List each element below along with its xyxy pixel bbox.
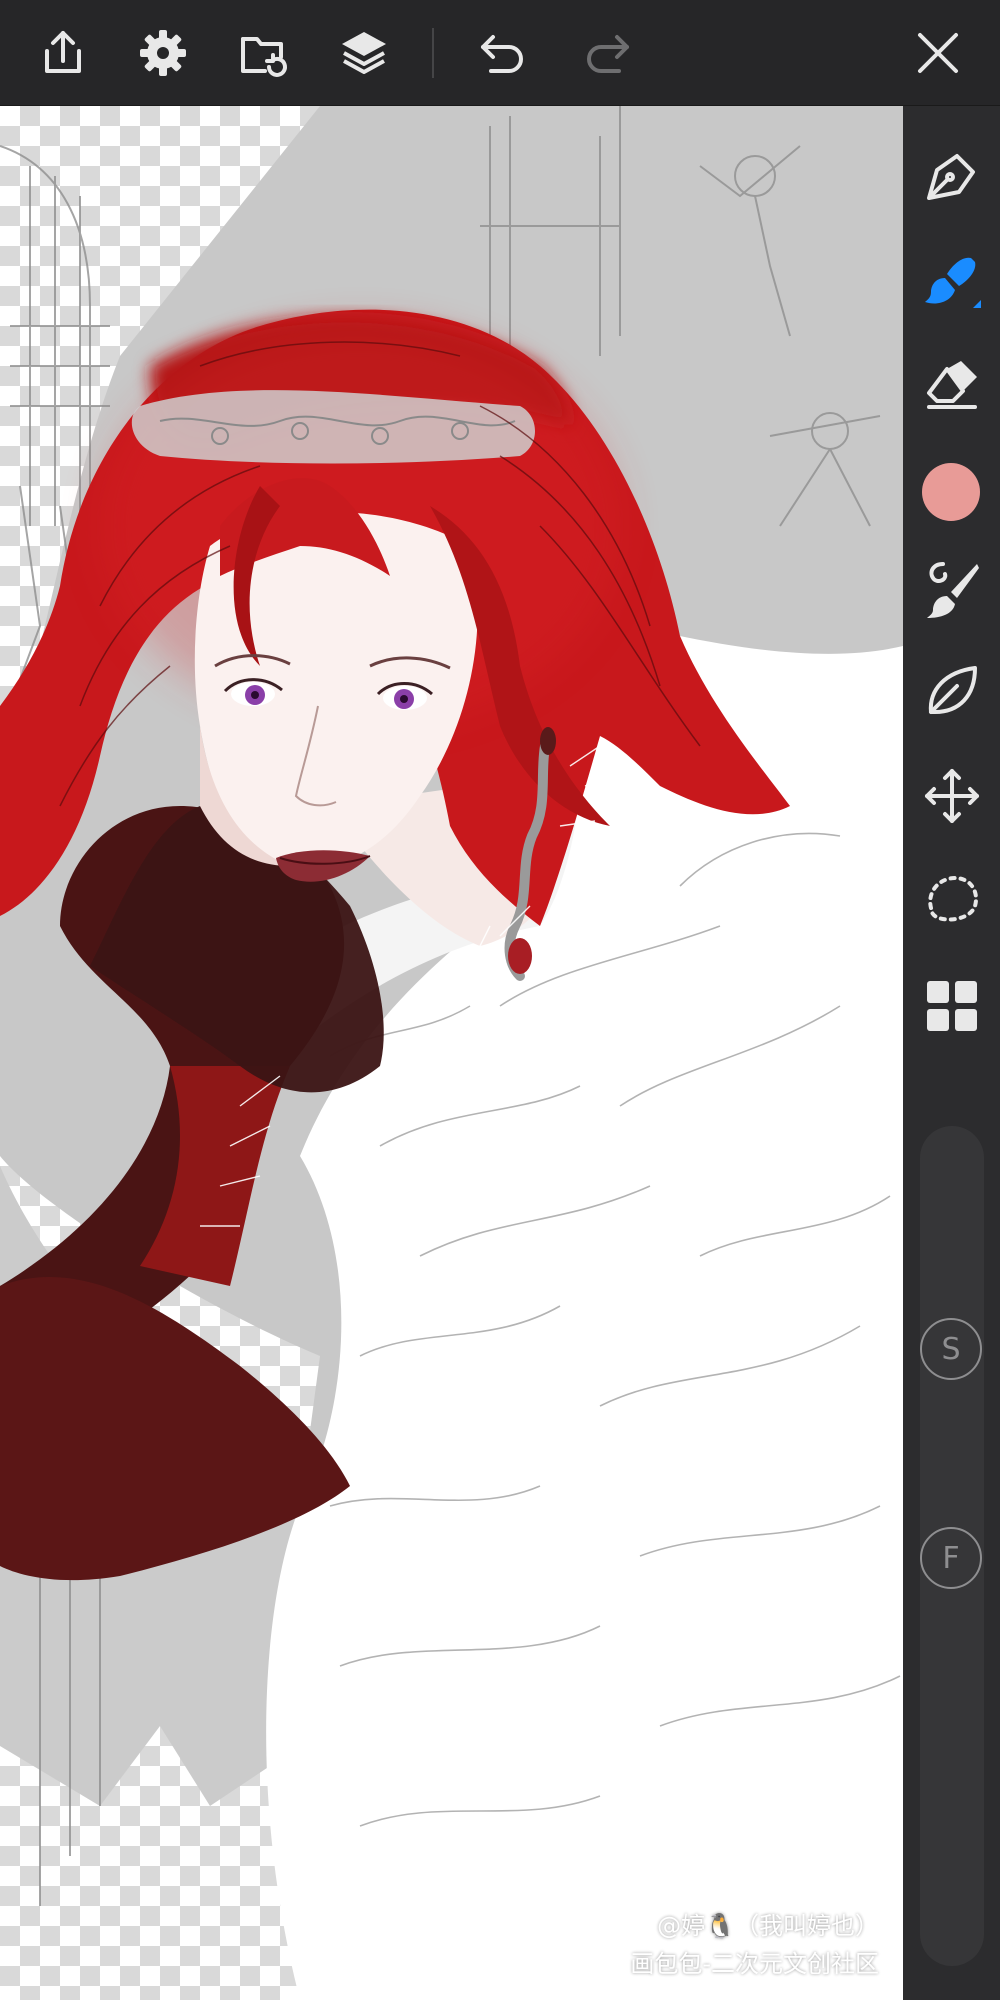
move-arrows-icon (925, 769, 979, 823)
undo-icon (481, 35, 523, 73)
brush-settings-tool[interactable] (917, 554, 987, 624)
folder-icon (241, 37, 287, 77)
transform-tool[interactable] (917, 761, 987, 831)
share-icon (45, 31, 81, 73)
watermark-author: @婷🐧（我叫婷也） (657, 1912, 879, 1940)
brush-palette-icon (927, 562, 979, 618)
layers-button[interactable] (333, 22, 395, 84)
grid-icon (927, 981, 977, 1031)
close-icon (918, 33, 958, 73)
redo-button[interactable] (576, 22, 638, 84)
gallery-button[interactable] (232, 22, 294, 84)
pen-tool[interactable] (917, 142, 987, 212)
flow-slider-knob[interactable]: F (920, 1527, 982, 1589)
color-picker[interactable] (922, 463, 980, 521)
pen-nib-icon (927, 154, 975, 200)
smudge-tool[interactable] (917, 656, 987, 726)
lasso-icon (928, 875, 978, 922)
undo-button[interactable] (472, 22, 534, 84)
brush-tool[interactable] (917, 246, 987, 316)
gear-icon (140, 30, 186, 76)
lasso-tool[interactable] (917, 864, 987, 934)
watermark-site: 画包包-二次元文创社区 (630, 1950, 879, 1978)
leaf-icon (928, 666, 977, 714)
drawing-canvas[interactable]: @婷🐧（我叫婷也） 画包包-二次元文创社区 (0, 106, 903, 2000)
settings-button[interactable] (132, 22, 194, 84)
toolbar-divider (432, 28, 434, 78)
layers-icon (342, 32, 386, 74)
share-button[interactable] (32, 22, 94, 84)
size-slider-knob[interactable]: S (920, 1318, 982, 1380)
close-button[interactable] (907, 22, 969, 84)
top-toolbar (0, 0, 1000, 106)
eraser-tool[interactable] (917, 351, 987, 421)
brush-icon (925, 257, 981, 308)
redo-icon (587, 35, 629, 73)
artwork (0, 106, 903, 2000)
tool-rail: S F (903, 106, 1000, 2000)
eraser-icon (927, 361, 977, 409)
materials-tool[interactable] (917, 971, 987, 1041)
